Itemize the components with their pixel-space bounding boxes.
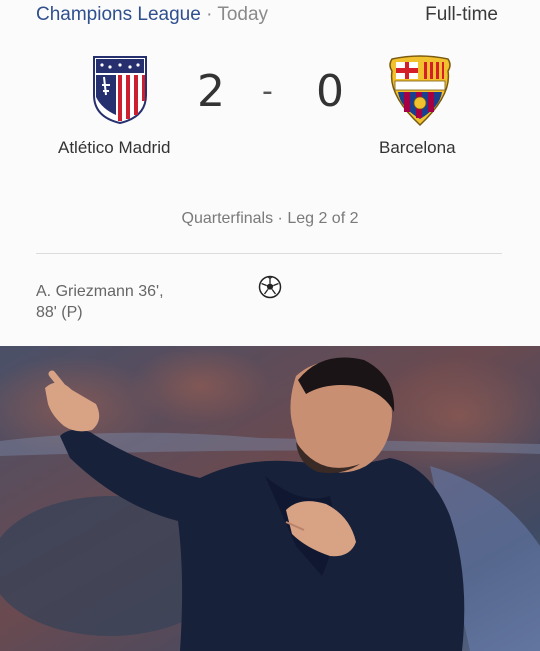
competition-name[interactable]: Champions League — [36, 4, 201, 25]
coach-photo — [0, 346, 540, 651]
scorer-line: 88' (P) — [36, 304, 83, 321]
soccer-ball-icon — [258, 275, 282, 299]
competition-link[interactable]: Champions League · Today — [36, 4, 268, 26]
home-team-name[interactable]: Atlético Madrid — [58, 138, 170, 158]
scorer-line: A. Griezmann 36', — [36, 283, 164, 300]
match-card[interactable]: Champions League · Today Full-time 2 - 0 — [0, 0, 540, 346]
away-score: 0 — [316, 66, 344, 117]
barcelona-crest-icon[interactable] — [386, 55, 454, 127]
home-scorers: A. Griezmann 36', 88' (P) — [36, 281, 196, 323]
atletico-madrid-crest-icon[interactable] — [92, 55, 148, 125]
date-separator: · — [206, 4, 213, 25]
match-stage: Quarterfinals · Leg 2 of 2 — [181, 210, 359, 227]
match-date: Today — [217, 4, 269, 25]
match-header: Champions League · Today Full-time — [36, 4, 502, 28]
divider — [36, 253, 502, 254]
away-team-name[interactable]: Barcelona — [379, 138, 456, 158]
score-separator: - — [262, 74, 273, 109]
match-status: Full-time — [425, 4, 498, 25]
home-score: 2 — [197, 66, 225, 117]
